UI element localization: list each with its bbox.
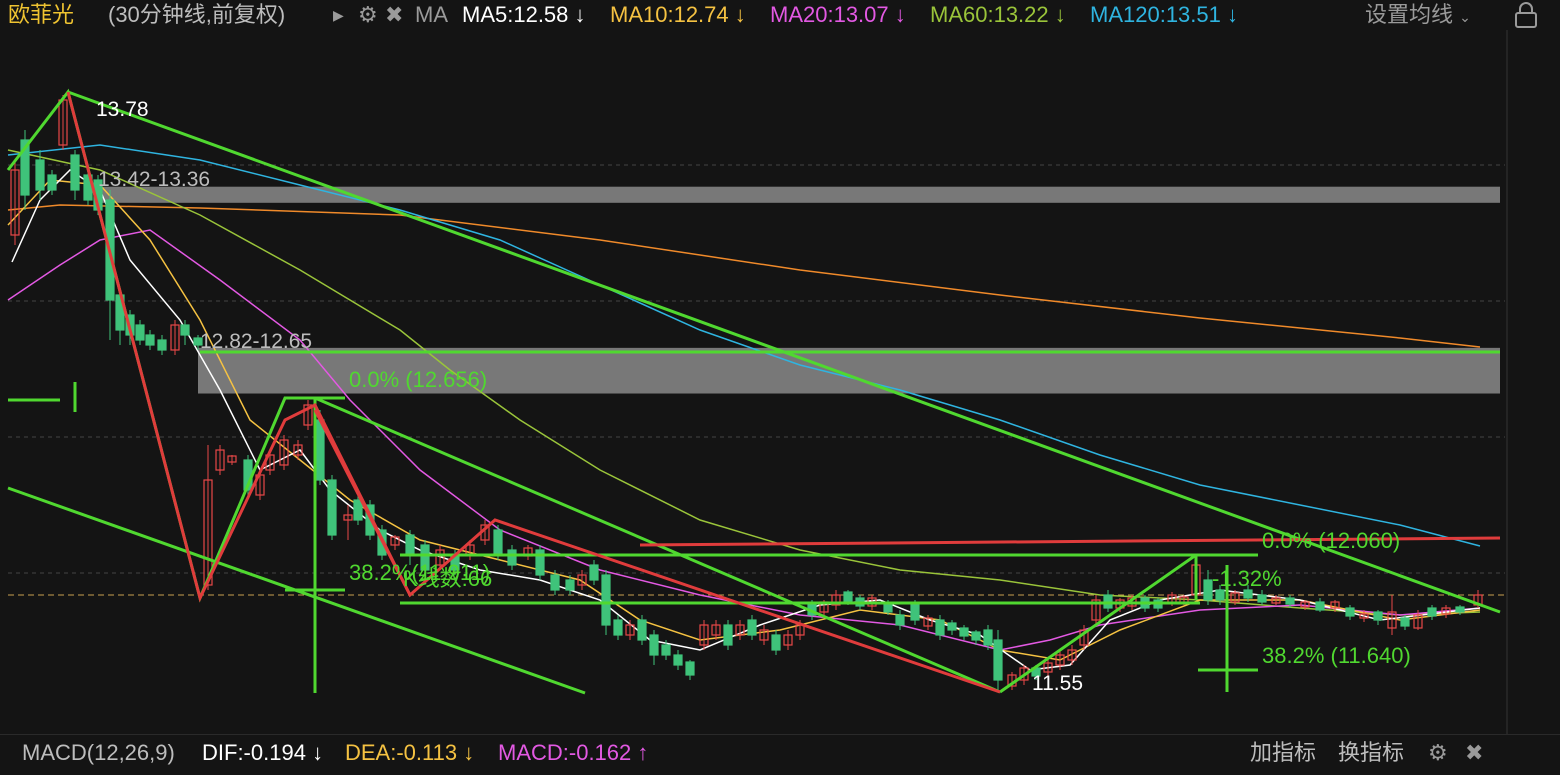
candle-down [135,324,145,341]
candle-down [673,654,683,666]
ma-label: MA [415,2,448,27]
close-icon[interactable]: ✖ [1465,735,1483,771]
zone-label: 13.42-13.36 [98,168,210,191]
ma120-value: MA120:13.51 ↓ [1090,2,1238,27]
candle-down [145,334,155,346]
candle-down [405,534,415,556]
ma5-value: MA5:12.58 ↓ [462,2,586,27]
resistance-zones [95,186,1500,394]
chart-header: 欧菲光 (30分钟线,前复权) ▶ ⚙ ✖ MA MA5:12.58 ↓ MA1… [0,0,1560,30]
candle-down [35,159,45,191]
stock-name[interactable]: 欧菲光 [8,0,74,30]
candle-down [1427,607,1437,617]
macd-value: MACD:-0.162 ↑ [498,740,649,765]
fib-label: -1.32% [1212,566,1282,591]
period-label[interactable]: (30分钟线,前复权) [108,0,285,30]
candle-down [1315,601,1325,611]
fib-label: 0.0% (12.060) [1262,528,1400,553]
candle-down [1215,589,1225,601]
triangle-right-icon[interactable]: ▶ [333,0,344,30]
candle-down [959,627,969,637]
candle-down [1400,617,1410,627]
candle-down [70,154,80,191]
candle-down [895,614,905,626]
candle-down [315,419,325,481]
candle-down [180,324,190,336]
candle-down [1203,579,1213,601]
candle-down [1285,597,1295,605]
price-chart[interactable]: 13.78 11.55 13.42-13.36 12.82-12.65 0.0% (12… [0,30,1560,734]
candle-down [993,639,1003,681]
candle-down [935,619,945,636]
candle-down [843,591,853,603]
candle-down [601,574,611,626]
gear-icon[interactable]: ⚙ [1428,735,1448,771]
candle-down [1345,607,1355,617]
ma20-value: MA20:13.07 ↓ [770,2,906,27]
chevron-down-icon: ⌄ [1459,9,1471,25]
gear-icon[interactable]: ⚙ [358,0,378,30]
candle-down [327,479,337,536]
candle-down [637,619,647,641]
ma250-line [7,204,1481,348]
dif-value: DIF:-0.194 ↓ [202,740,324,765]
candle-down [565,579,575,591]
add-indicator-button[interactable]: 加指标 [1250,735,1316,771]
candle-down [1243,589,1253,599]
candle-down [353,499,363,521]
candle-down [910,604,920,621]
candle-down [685,661,695,676]
set-ma-button[interactable]: 设置均线 ⌄ [1365,0,1471,32]
candle-down [771,634,781,651]
candle-down [983,629,993,646]
zone-band [95,186,1500,203]
candle-down [947,622,957,631]
candle-down [661,644,671,656]
low-price-label: 11.55 [1032,672,1083,695]
candle-down [157,339,167,351]
high-price-label: 13.78 [96,98,149,121]
candle-down [550,574,560,591]
ma60-value: MA60:13.22 ↓ [930,2,1066,27]
fib-label: 0.0% (12.656) [349,367,487,392]
candle-down [723,624,733,646]
candle-down [747,619,757,636]
ma10-value: MA10:12.74 ↓ [610,2,746,27]
candle-down [1257,594,1267,603]
candle-down [613,619,623,636]
dea-value: DEA:-0.113 ↓ [345,740,475,765]
candle-down [649,634,659,656]
fib-label: K线数:66 [403,566,492,591]
candle-down [1455,606,1465,613]
close-icon[interactable]: ✖ [385,0,403,30]
candle-down [589,564,599,581]
candle-down [47,174,57,191]
moving-average-lines [7,144,1481,671]
fib-label: 38.2% (11.640) [1262,643,1411,668]
candle-down [507,549,517,566]
macd-indicator-bar: MACD(12,26,9) DIF:-0.194 ↓ DEA:-0.113 ↓ … [0,734,1560,775]
macd-name[interactable]: MACD(12,26,9) [22,735,175,771]
candle-down [971,631,981,641]
zone-label: 12.82-12.65 [200,330,312,353]
candle-down [883,604,893,613]
switch-indicator-button[interactable]: 换指标 [1338,735,1404,771]
candle-down [1373,611,1383,621]
candle-down [493,529,503,556]
